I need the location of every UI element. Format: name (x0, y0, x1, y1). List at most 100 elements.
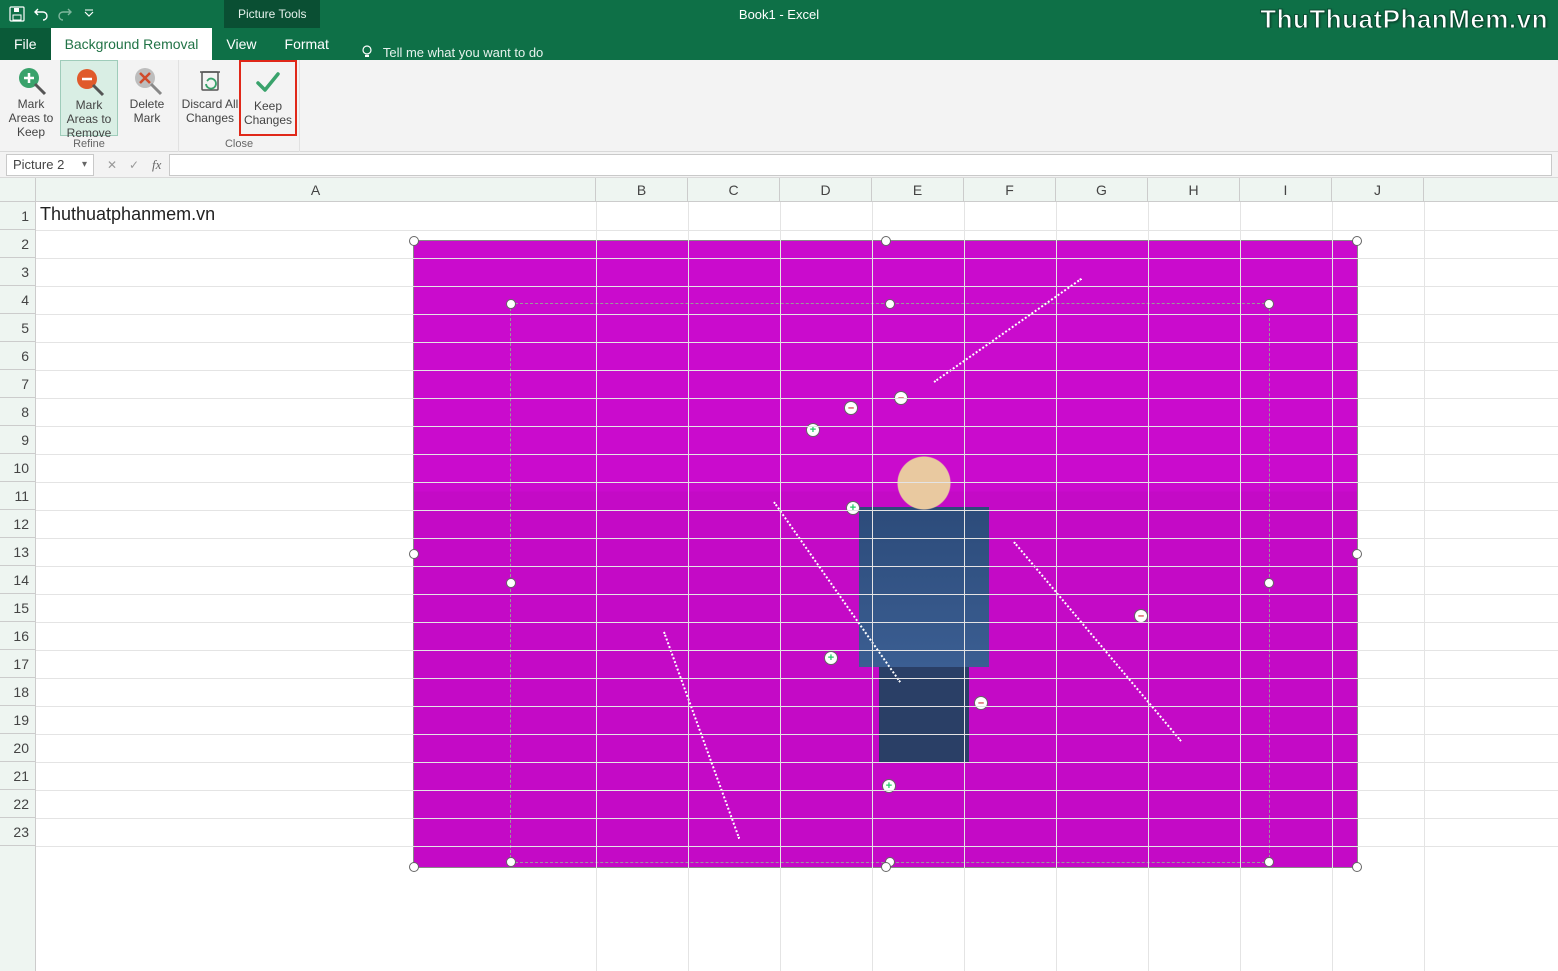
close-group-label: Close (225, 138, 253, 152)
name-box-dropdown-icon[interactable]: ▾ (82, 159, 87, 170)
row-header-20[interactable]: 20 (0, 734, 35, 762)
ribbon-tabs: File Background Removal View Format Tell… (0, 28, 1558, 60)
tell-me-search[interactable]: Tell me what you want to do (359, 44, 543, 60)
row-header-1[interactable]: 1 (0, 202, 35, 230)
marquee-handle-nw[interactable] (506, 299, 516, 309)
mark-keep-icon (13, 64, 49, 96)
picture-handle-se[interactable] (1352, 862, 1362, 872)
column-header-j[interactable]: J (1332, 178, 1424, 201)
gridline (36, 230, 1558, 231)
tab-file[interactable]: File (0, 28, 51, 60)
row-header-19[interactable]: 19 (0, 706, 35, 734)
row-header-21[interactable]: 21 (0, 762, 35, 790)
gridline (1240, 202, 1241, 971)
mark-keep-label: Mark Areas to Keep (2, 98, 60, 139)
redo-icon[interactable] (56, 5, 74, 23)
undo-icon[interactable] (32, 5, 50, 23)
column-header-i[interactable]: I (1240, 178, 1332, 201)
marquee-handle-n[interactable] (885, 299, 895, 309)
column-headers: ABCDEFGHIJ (36, 178, 1558, 202)
gridline (36, 818, 1558, 819)
column-header-d[interactable]: D (780, 178, 872, 201)
remove-marker[interactable]: – (974, 696, 988, 710)
discard-label: Discard All Changes (181, 98, 239, 126)
row-header-2[interactable]: 2 (0, 230, 35, 258)
discard-icon (192, 64, 228, 96)
column-header-e[interactable]: E (872, 178, 964, 201)
tab-format[interactable]: Format (271, 28, 343, 60)
save-icon[interactable] (8, 5, 26, 23)
picture-handle-sw[interactable] (409, 862, 419, 872)
tab-background-removal[interactable]: Background Removal (51, 28, 213, 60)
column-header-b[interactable]: B (596, 178, 688, 201)
remove-marker[interactable]: – (844, 401, 858, 415)
row-header-8[interactable]: 8 (0, 398, 35, 426)
row-header-13[interactable]: 13 (0, 538, 35, 566)
picture-handle-s[interactable] (881, 862, 891, 872)
row-header-22[interactable]: 22 (0, 790, 35, 818)
gridline (36, 650, 1558, 651)
keep-marker[interactable]: + (846, 501, 860, 515)
row-header-23[interactable]: 23 (0, 818, 35, 846)
mark-areas-to-keep-button[interactable]: Mark Areas to Keep (2, 60, 60, 136)
gridline (36, 426, 1558, 427)
gridline (36, 454, 1558, 455)
row-header-16[interactable]: 16 (0, 622, 35, 650)
picture-handle-nw[interactable] (409, 236, 419, 246)
cells-area[interactable]: Thuthuatphanmem.vn (36, 202, 1558, 971)
delete-mark-button[interactable]: Delete Mark (118, 60, 176, 136)
gridline (780, 202, 781, 971)
enter-formula-icon: ✓ (124, 155, 144, 175)
row-header-12[interactable]: 12 (0, 510, 35, 538)
gridline (36, 762, 1558, 763)
worksheet-grid: ABCDEFGHIJ 12345678910111213141516171819… (0, 178, 1558, 971)
row-header-4[interactable]: 4 (0, 286, 35, 314)
row-header-17[interactable]: 17 (0, 650, 35, 678)
column-header-f[interactable]: F (964, 178, 1056, 201)
row-header-9[interactable]: 9 (0, 426, 35, 454)
row-header-3[interactable]: 3 (0, 258, 35, 286)
row-header-5[interactable]: 5 (0, 314, 35, 342)
mark-areas-to-remove-button[interactable]: Mark Areas to Remove (60, 60, 118, 136)
picture-tools-contextual-label: Picture Tools (224, 0, 320, 28)
quick-access-toolbar (0, 5, 98, 23)
row-header-11[interactable]: 11 (0, 482, 35, 510)
picture-object[interactable]: – – – – + + + + (413, 240, 1358, 868)
picture-handle-e[interactable] (1352, 549, 1362, 559)
gridline (36, 678, 1558, 679)
select-all-button[interactable] (0, 178, 36, 202)
column-header-h[interactable]: H (1148, 178, 1240, 201)
picture-handle-w[interactable] (409, 549, 419, 559)
marquee-handle-e[interactable] (1264, 578, 1274, 588)
picture-handle-n[interactable] (881, 236, 891, 246)
row-header-18[interactable]: 18 (0, 678, 35, 706)
gridline (36, 622, 1558, 623)
gridline (36, 846, 1558, 847)
gridline (36, 594, 1558, 595)
row-header-6[interactable]: 6 (0, 342, 35, 370)
keep-marker[interactable]: + (824, 651, 838, 665)
picture-handle-ne[interactable] (1352, 236, 1362, 246)
row-header-10[interactable]: 10 (0, 454, 35, 482)
discard-all-changes-button[interactable]: Discard All Changes (181, 60, 239, 136)
marquee-handle-w[interactable] (506, 578, 516, 588)
column-header-g[interactable]: G (1056, 178, 1148, 201)
column-header-c[interactable]: C (688, 178, 780, 201)
qat-customize-icon[interactable] (80, 5, 98, 23)
column-header-a[interactable]: A (36, 178, 596, 201)
keep-changes-button[interactable]: Keep Changes (239, 60, 297, 136)
cell-a1[interactable]: Thuthuatphanmem.vn (40, 204, 215, 225)
marquee-handle-se[interactable] (1264, 857, 1274, 867)
remove-marker[interactable]: – (1134, 609, 1148, 623)
marquee-handle-sw[interactable] (506, 857, 516, 867)
marquee-handle-ne[interactable] (1264, 299, 1274, 309)
ribbon: Mark Areas to Keep Mark Areas to Remove … (0, 60, 1558, 152)
fx-icon[interactable]: fx (152, 157, 161, 173)
tab-view[interactable]: View (212, 28, 270, 60)
row-header-15[interactable]: 15 (0, 594, 35, 622)
gridline (36, 538, 1558, 539)
row-header-7[interactable]: 7 (0, 370, 35, 398)
name-box[interactable]: Picture 2 ▾ (6, 154, 94, 176)
formula-bar[interactable] (169, 154, 1552, 176)
row-header-14[interactable]: 14 (0, 566, 35, 594)
